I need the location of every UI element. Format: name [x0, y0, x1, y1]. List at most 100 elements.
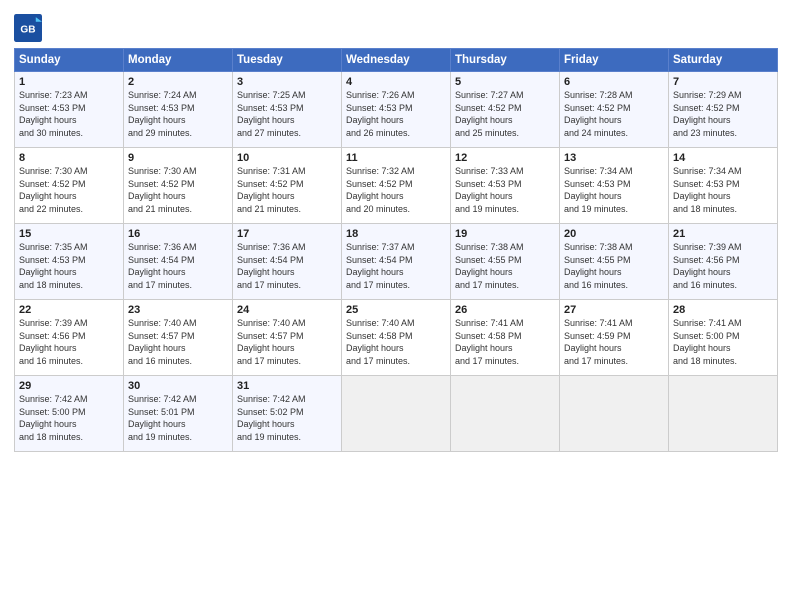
calendar-cell: 3 Sunrise: 7:25 AMSunset: 4:53 PMDayligh… — [233, 72, 342, 148]
day-number: 15 — [19, 228, 119, 240]
weekday-header-sunday: Sunday — [15, 49, 124, 72]
day-info: Sunrise: 7:41 AMSunset: 5:00 PMDaylight … — [673, 318, 742, 366]
day-info: Sunrise: 7:29 AMSunset: 4:52 PMDaylight … — [673, 90, 742, 138]
calendar-cell: 2 Sunrise: 7:24 AMSunset: 4:53 PMDayligh… — [124, 72, 233, 148]
day-number: 2 — [128, 76, 228, 88]
day-info: Sunrise: 7:36 AMSunset: 4:54 PMDaylight … — [128, 242, 197, 290]
day-info: Sunrise: 7:38 AMSunset: 4:55 PMDaylight … — [455, 242, 524, 290]
logo-icon: GB — [14, 14, 42, 42]
day-info: Sunrise: 7:25 AMSunset: 4:53 PMDaylight … — [237, 90, 306, 138]
calendar-cell: 30 Sunrise: 7:42 AMSunset: 5:01 PMDaylig… — [124, 376, 233, 452]
day-info: Sunrise: 7:42 AMSunset: 5:00 PMDaylight … — [19, 394, 88, 442]
day-info: Sunrise: 7:39 AMSunset: 4:56 PMDaylight … — [19, 318, 88, 366]
weekday-header-monday: Monday — [124, 49, 233, 72]
calendar-cell: 9 Sunrise: 7:30 AMSunset: 4:52 PMDayligh… — [124, 148, 233, 224]
weekday-header-saturday: Saturday — [669, 49, 778, 72]
day-number: 28 — [673, 304, 773, 316]
day-number: 25 — [346, 304, 446, 316]
day-info: Sunrise: 7:37 AMSunset: 4:54 PMDaylight … — [346, 242, 415, 290]
day-info: Sunrise: 7:23 AMSunset: 4:53 PMDaylight … — [19, 90, 88, 138]
day-number: 29 — [19, 380, 119, 392]
header: GB — [14, 10, 778, 42]
calendar-cell: 25 Sunrise: 7:40 AMSunset: 4:58 PMDaylig… — [342, 300, 451, 376]
calendar-cell: 19 Sunrise: 7:38 AMSunset: 4:55 PMDaylig… — [451, 224, 560, 300]
day-number: 7 — [673, 76, 773, 88]
day-number: 12 — [455, 152, 555, 164]
calendar-cell — [560, 376, 669, 452]
day-info: Sunrise: 7:42 AMSunset: 5:02 PMDaylight … — [237, 394, 306, 442]
day-info: Sunrise: 7:35 AMSunset: 4:53 PMDaylight … — [19, 242, 88, 290]
day-info: Sunrise: 7:39 AMSunset: 4:56 PMDaylight … — [673, 242, 742, 290]
calendar-cell: 13 Sunrise: 7:34 AMSunset: 4:53 PMDaylig… — [560, 148, 669, 224]
calendar-cell: 16 Sunrise: 7:36 AMSunset: 4:54 PMDaylig… — [124, 224, 233, 300]
day-info: Sunrise: 7:34 AMSunset: 4:53 PMDaylight … — [673, 166, 742, 214]
day-info: Sunrise: 7:30 AMSunset: 4:52 PMDaylight … — [19, 166, 88, 214]
day-info: Sunrise: 7:32 AMSunset: 4:52 PMDaylight … — [346, 166, 415, 214]
calendar-cell: 18 Sunrise: 7:37 AMSunset: 4:54 PMDaylig… — [342, 224, 451, 300]
calendar-cell: 4 Sunrise: 7:26 AMSunset: 4:53 PMDayligh… — [342, 72, 451, 148]
calendar-cell: 5 Sunrise: 7:27 AMSunset: 4:52 PMDayligh… — [451, 72, 560, 148]
page-container: GB SundayMondayTuesdayWednesdayThursdayF… — [0, 0, 792, 462]
day-info: Sunrise: 7:38 AMSunset: 4:55 PMDaylight … — [564, 242, 633, 290]
calendar-cell: 22 Sunrise: 7:39 AMSunset: 4:56 PMDaylig… — [15, 300, 124, 376]
weekday-header-friday: Friday — [560, 49, 669, 72]
day-info: Sunrise: 7:31 AMSunset: 4:52 PMDaylight … — [237, 166, 306, 214]
day-info: Sunrise: 7:40 AMSunset: 4:57 PMDaylight … — [237, 318, 306, 366]
calendar-table: SundayMondayTuesdayWednesdayThursdayFrid… — [14, 48, 778, 452]
calendar-cell: 23 Sunrise: 7:40 AMSunset: 4:57 PMDaylig… — [124, 300, 233, 376]
day-number: 8 — [19, 152, 119, 164]
calendar-cell: 14 Sunrise: 7:34 AMSunset: 4:53 PMDaylig… — [669, 148, 778, 224]
day-info: Sunrise: 7:41 AMSunset: 4:59 PMDaylight … — [564, 318, 633, 366]
calendar-cell: 12 Sunrise: 7:33 AMSunset: 4:53 PMDaylig… — [451, 148, 560, 224]
calendar-cell: 17 Sunrise: 7:36 AMSunset: 4:54 PMDaylig… — [233, 224, 342, 300]
day-number: 11 — [346, 152, 446, 164]
day-number: 4 — [346, 76, 446, 88]
calendar-week-row: 1 Sunrise: 7:23 AMSunset: 4:53 PMDayligh… — [15, 72, 778, 148]
day-number: 13 — [564, 152, 664, 164]
day-info: Sunrise: 7:40 AMSunset: 4:58 PMDaylight … — [346, 318, 415, 366]
calendar-cell: 31 Sunrise: 7:42 AMSunset: 5:02 PMDaylig… — [233, 376, 342, 452]
day-number: 22 — [19, 304, 119, 316]
day-number: 27 — [564, 304, 664, 316]
svg-text:GB: GB — [20, 25, 35, 36]
calendar-cell — [669, 376, 778, 452]
calendar-cell: 24 Sunrise: 7:40 AMSunset: 4:57 PMDaylig… — [233, 300, 342, 376]
weekday-header-thursday: Thursday — [451, 49, 560, 72]
day-number: 14 — [673, 152, 773, 164]
day-number: 1 — [19, 76, 119, 88]
calendar-cell: 29 Sunrise: 7:42 AMSunset: 5:00 PMDaylig… — [15, 376, 124, 452]
calendar-cell: 28 Sunrise: 7:41 AMSunset: 5:00 PMDaylig… — [669, 300, 778, 376]
day-info: Sunrise: 7:28 AMSunset: 4:52 PMDaylight … — [564, 90, 633, 138]
day-number: 30 — [128, 380, 228, 392]
calendar-cell: 6 Sunrise: 7:28 AMSunset: 4:52 PMDayligh… — [560, 72, 669, 148]
day-number: 19 — [455, 228, 555, 240]
day-info: Sunrise: 7:34 AMSunset: 4:53 PMDaylight … — [564, 166, 633, 214]
calendar-cell: 20 Sunrise: 7:38 AMSunset: 4:55 PMDaylig… — [560, 224, 669, 300]
day-info: Sunrise: 7:41 AMSunset: 4:58 PMDaylight … — [455, 318, 524, 366]
calendar-cell: 26 Sunrise: 7:41 AMSunset: 4:58 PMDaylig… — [451, 300, 560, 376]
day-info: Sunrise: 7:30 AMSunset: 4:52 PMDaylight … — [128, 166, 197, 214]
day-number: 17 — [237, 228, 337, 240]
day-number: 10 — [237, 152, 337, 164]
calendar-cell: 7 Sunrise: 7:29 AMSunset: 4:52 PMDayligh… — [669, 72, 778, 148]
calendar-cell — [451, 376, 560, 452]
day-number: 5 — [455, 76, 555, 88]
day-number: 3 — [237, 76, 337, 88]
day-info: Sunrise: 7:26 AMSunset: 4:53 PMDaylight … — [346, 90, 415, 138]
day-info: Sunrise: 7:40 AMSunset: 4:57 PMDaylight … — [128, 318, 197, 366]
calendar-cell: 10 Sunrise: 7:31 AMSunset: 4:52 PMDaylig… — [233, 148, 342, 224]
calendar-cell — [342, 376, 451, 452]
calendar-week-row: 22 Sunrise: 7:39 AMSunset: 4:56 PMDaylig… — [15, 300, 778, 376]
calendar-cell: 11 Sunrise: 7:32 AMSunset: 4:52 PMDaylig… — [342, 148, 451, 224]
calendar-cell: 27 Sunrise: 7:41 AMSunset: 4:59 PMDaylig… — [560, 300, 669, 376]
weekday-header-tuesday: Tuesday — [233, 49, 342, 72]
weekday-header-row: SundayMondayTuesdayWednesdayThursdayFrid… — [15, 49, 778, 72]
calendar-cell: 21 Sunrise: 7:39 AMSunset: 4:56 PMDaylig… — [669, 224, 778, 300]
day-number: 31 — [237, 380, 337, 392]
calendar-cell: 1 Sunrise: 7:23 AMSunset: 4:53 PMDayligh… — [15, 72, 124, 148]
day-number: 23 — [128, 304, 228, 316]
day-info: Sunrise: 7:36 AMSunset: 4:54 PMDaylight … — [237, 242, 306, 290]
day-info: Sunrise: 7:27 AMSunset: 4:52 PMDaylight … — [455, 90, 524, 138]
day-number: 20 — [564, 228, 664, 240]
day-number: 21 — [673, 228, 773, 240]
